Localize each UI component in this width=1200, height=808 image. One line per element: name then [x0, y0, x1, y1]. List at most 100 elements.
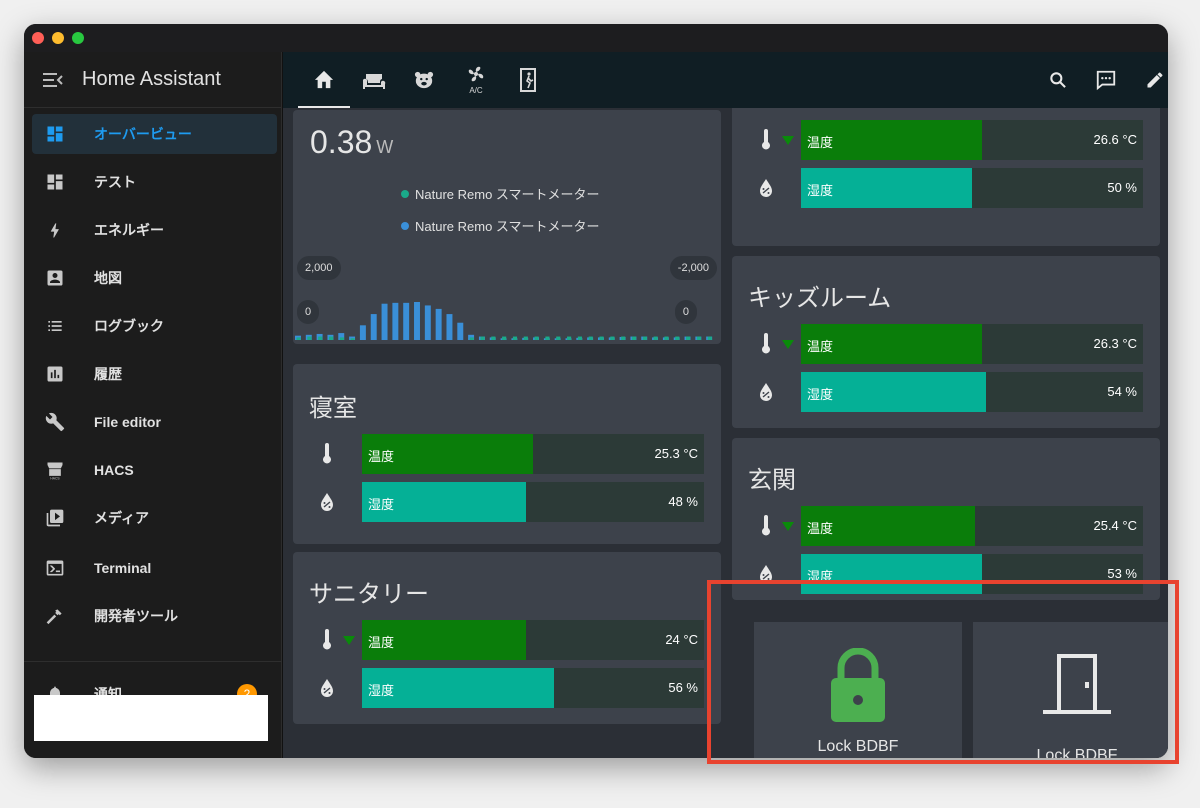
water-percent-icon: [752, 379, 780, 405]
chart-bar: [664, 336, 669, 340]
account-box-icon: [32, 268, 78, 288]
chart-bar: [414, 301, 420, 340]
sensor-label: 温度: [807, 135, 834, 150]
edit-dashboard-button[interactable]: [1139, 64, 1168, 96]
tab-entrance[interactable]: [503, 52, 555, 108]
sidebar-divider: [24, 661, 282, 662]
trend-down-icon: [343, 636, 355, 645]
sidebar-item[interactable]: 地図: [32, 258, 277, 298]
maximize-window-button[interactable]: [72, 32, 84, 44]
sidebar-item[interactable]: 開発者ツール: [32, 596, 277, 636]
sensor-bar[interactable]: 温度 25.3 °C: [362, 434, 704, 474]
axis-label-left-max: 2,000: [297, 256, 341, 280]
trend-down-icon: [782, 136, 794, 145]
sensor-bar[interactable]: 湿度 48 %: [362, 482, 704, 522]
assist-button[interactable]: [1090, 64, 1122, 96]
chart-bar: [577, 336, 582, 340]
legend-item[interactable]: Nature Remo スマートメーター: [401, 216, 600, 235]
chart-bar: [545, 336, 550, 340]
room-card[interactable]: 玄関 温度 25.4 °C 湿度 53 %: [732, 438, 1160, 600]
chart-bar: [296, 337, 301, 340]
room-card[interactable]: サニタリー 温度 24 °C 湿度 56 %: [293, 552, 721, 724]
sensor-bar[interactable]: 湿度 56 %: [362, 668, 704, 708]
sidebar-item-label: オーバービュー: [94, 126, 192, 142]
chart-bar: [350, 338, 355, 340]
menu-collapse-icon[interactable]: [24, 71, 82, 89]
sidebar-item[interactable]: オーバービュー: [32, 114, 277, 154]
sofa-icon: [363, 74, 386, 89]
sidebar-item-label: ログブック: [94, 318, 164, 334]
minimize-window-button[interactable]: [52, 32, 64, 44]
sensor-label: 湿度: [368, 497, 395, 512]
tab-aircon[interactable]: A/C: [450, 52, 502, 108]
chart-bar: [435, 308, 442, 340]
close-window-button[interactable]: [32, 32, 44, 44]
energy-card[interactable]: 0.38 W Nature Remo スマートメーター Nature Remo ス…: [293, 110, 721, 344]
thermometer-icon: [752, 127, 780, 153]
tab-home[interactable]: [298, 52, 350, 108]
room-title: 玄関: [748, 467, 796, 494]
sidebar-item-label: 開発者ツール: [94, 608, 178, 624]
chart-bar: [339, 337, 344, 340]
highlight-box: [707, 580, 1179, 764]
search-button[interactable]: [1042, 64, 1074, 96]
chart-bar: [588, 336, 593, 340]
energy-value: 0.38 W: [310, 124, 393, 161]
sensor-value: 56 %: [668, 680, 698, 695]
sidebar-item-label: Terminal: [94, 560, 152, 576]
sensor-bar[interactable]: 温度 25.4 °C: [801, 506, 1143, 546]
trend-down-icon: [782, 522, 794, 531]
svg-text:A/C: A/C: [469, 86, 483, 95]
tab-kids[interactable]: [398, 52, 450, 108]
chart-bar: [457, 322, 464, 340]
chart-bar: [556, 336, 561, 340]
sidebar-item[interactable]: テスト: [32, 162, 277, 202]
sensor-value: 25.3 °C: [654, 446, 698, 461]
tab-living[interactable]: [348, 52, 400, 108]
sidebar-item[interactable]: メディア: [32, 498, 277, 538]
chart-bar: [534, 336, 539, 340]
top-toolbar: A/C: [283, 52, 1168, 108]
sensor-value: 26.3 °C: [1093, 336, 1137, 351]
sidebar-item[interactable]: HACS HACS: [32, 450, 277, 490]
sensor-label: 湿度: [807, 387, 834, 402]
assist-message-icon: [1096, 70, 1116, 91]
sensor-label: 湿度: [368, 683, 395, 698]
sensor-bar[interactable]: 湿度 54 %: [801, 372, 1143, 412]
sidebar-item[interactable]: エネルギー: [32, 210, 277, 250]
chart-bar: [610, 336, 615, 340]
sensor-label: 温度: [807, 339, 834, 354]
console-icon: [32, 558, 78, 578]
view-dashboard-icon: [32, 172, 78, 192]
sidebar-header: Home Assistant: [24, 52, 281, 108]
air-conditioner-icon: A/C: [468, 66, 484, 95]
search-icon: [1050, 72, 1066, 88]
thermometer-icon: [313, 627, 341, 653]
legend-swatch: [401, 189, 409, 198]
room-card[interactable]: 温度 26.6 °C 湿度 50 %: [732, 108, 1160, 246]
chart-bar: [696, 336, 702, 340]
home-icon: [314, 70, 334, 89]
sensor-value: 53 %: [1107, 566, 1137, 581]
sidebar-item[interactable]: File editor: [32, 402, 277, 442]
user-profile-area[interactable]: [34, 695, 268, 741]
sidebar-item[interactable]: 履歴: [32, 354, 277, 394]
chart-bar: [675, 336, 680, 340]
axis-label-right-max: -2,000: [669, 256, 717, 280]
sensor-bar[interactable]: 温度 26.6 °C: [801, 120, 1143, 160]
water-percent-icon: [313, 489, 341, 515]
sidebar-item[interactable]: ログブック: [32, 306, 277, 346]
sidebar-item[interactable]: Terminal: [32, 548, 277, 588]
sensor-bar[interactable]: 湿度 50 %: [801, 168, 1143, 208]
chart-bar: [424, 305, 431, 340]
chart-bar: [631, 336, 637, 340]
chart-bar: [403, 302, 410, 340]
sensor-bar[interactable]: 温度 26.3 °C: [801, 324, 1143, 364]
room-card[interactable]: キッズルーム 温度 26.3 °C 湿度 54 %: [732, 256, 1160, 428]
legend-label: Nature Remo スマートメーター: [415, 219, 600, 234]
legend-item[interactable]: Nature Remo スマートメーター: [401, 184, 600, 203]
room-card[interactable]: 寝室 温度 25.3 °C 湿度 48 %: [293, 364, 721, 544]
pencil-icon: [1147, 72, 1163, 88]
legend-swatch: [401, 221, 409, 230]
sensor-bar[interactable]: 温度 24 °C: [362, 620, 704, 660]
